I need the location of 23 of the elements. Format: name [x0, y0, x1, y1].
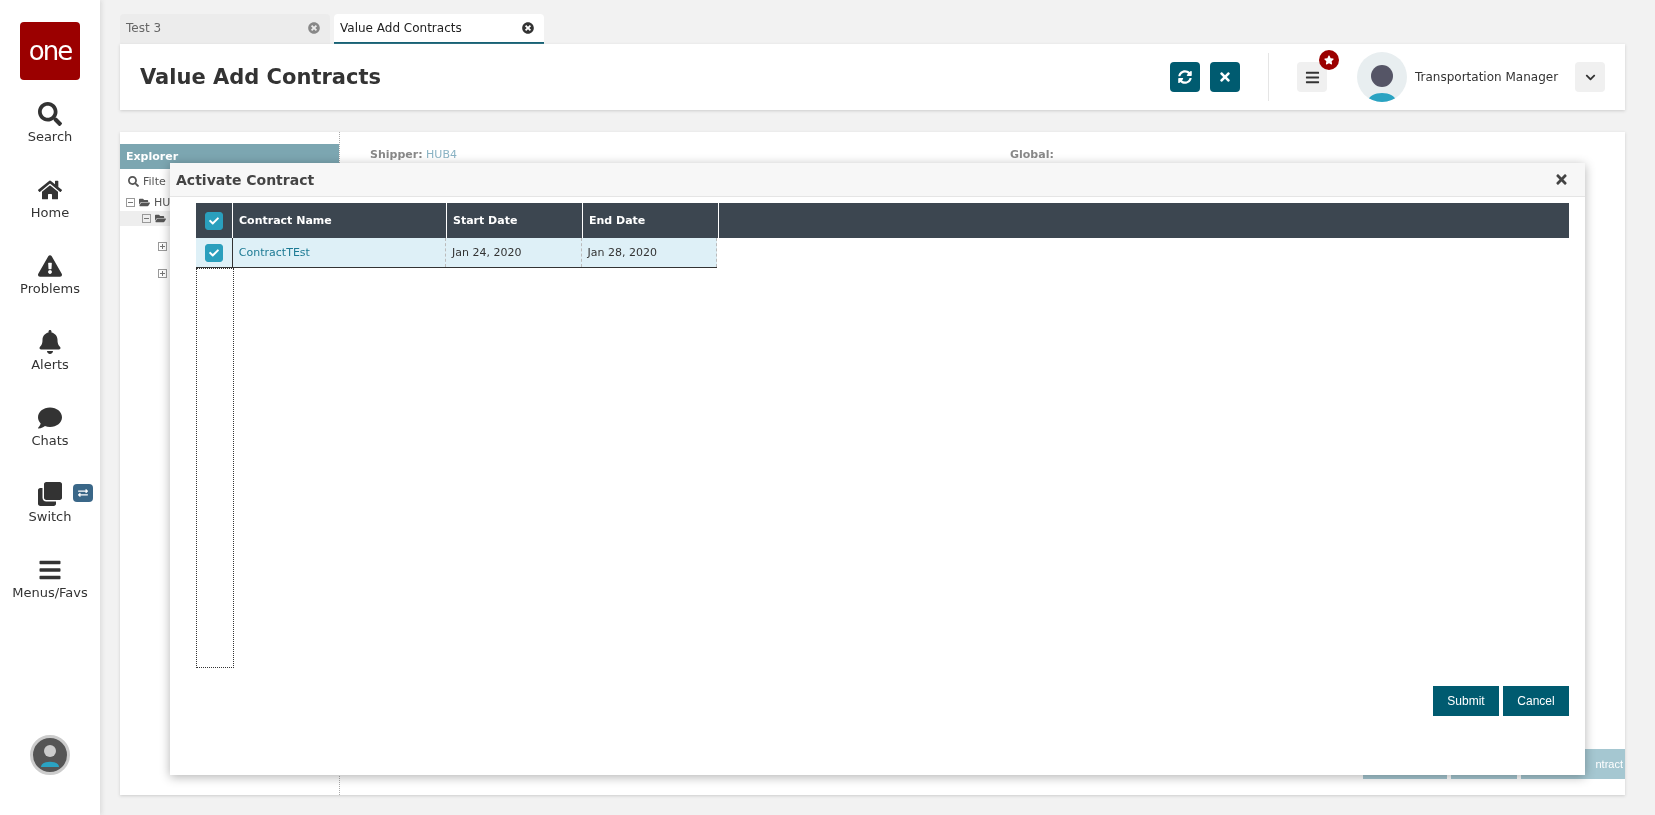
table-cell: Jan 24, 2020 [446, 238, 582, 267]
nav-item[interactable]: Alerts [31, 330, 69, 406]
nav-item[interactable]: Chats [31, 406, 69, 482]
logo[interactable]: one [20, 22, 80, 80]
submit-button[interactable]: Submit [1433, 686, 1499, 716]
tree-item[interactable]: HU [154, 196, 171, 209]
user-role: Transportation Manager [1415, 70, 1560, 84]
nav-item[interactable]: Problems [20, 254, 80, 330]
nav-item[interactable]: Search [27, 102, 73, 178]
nav-item[interactable]: Menus/Favs [12, 558, 88, 634]
filter-field[interactable]: Filte [143, 175, 166, 188]
page-title: Value Add Contracts [140, 65, 382, 89]
tab[interactable]: Test 3 [120, 14, 330, 44]
shipper-field: Shipper: HUB4 [370, 148, 1010, 161]
tab[interactable]: Value Add Contracts [334, 14, 544, 44]
global-label: Global: [1010, 148, 1054, 161]
contract-link[interactable]: ContractTEst [232, 238, 447, 267]
table-row[interactable]: ContractTEst Jan 24, 2020 Jan 28, 2020 [196, 238, 717, 268]
table-cell: Jan 28, 2020 [581, 238, 717, 267]
nav-item[interactable]: Switch [28, 482, 72, 558]
dialog-title: Activate Contract [176, 171, 315, 188]
cancel-button[interactable]: Cancel [1503, 686, 1569, 716]
nav-item[interactable]: Home [30, 178, 70, 254]
